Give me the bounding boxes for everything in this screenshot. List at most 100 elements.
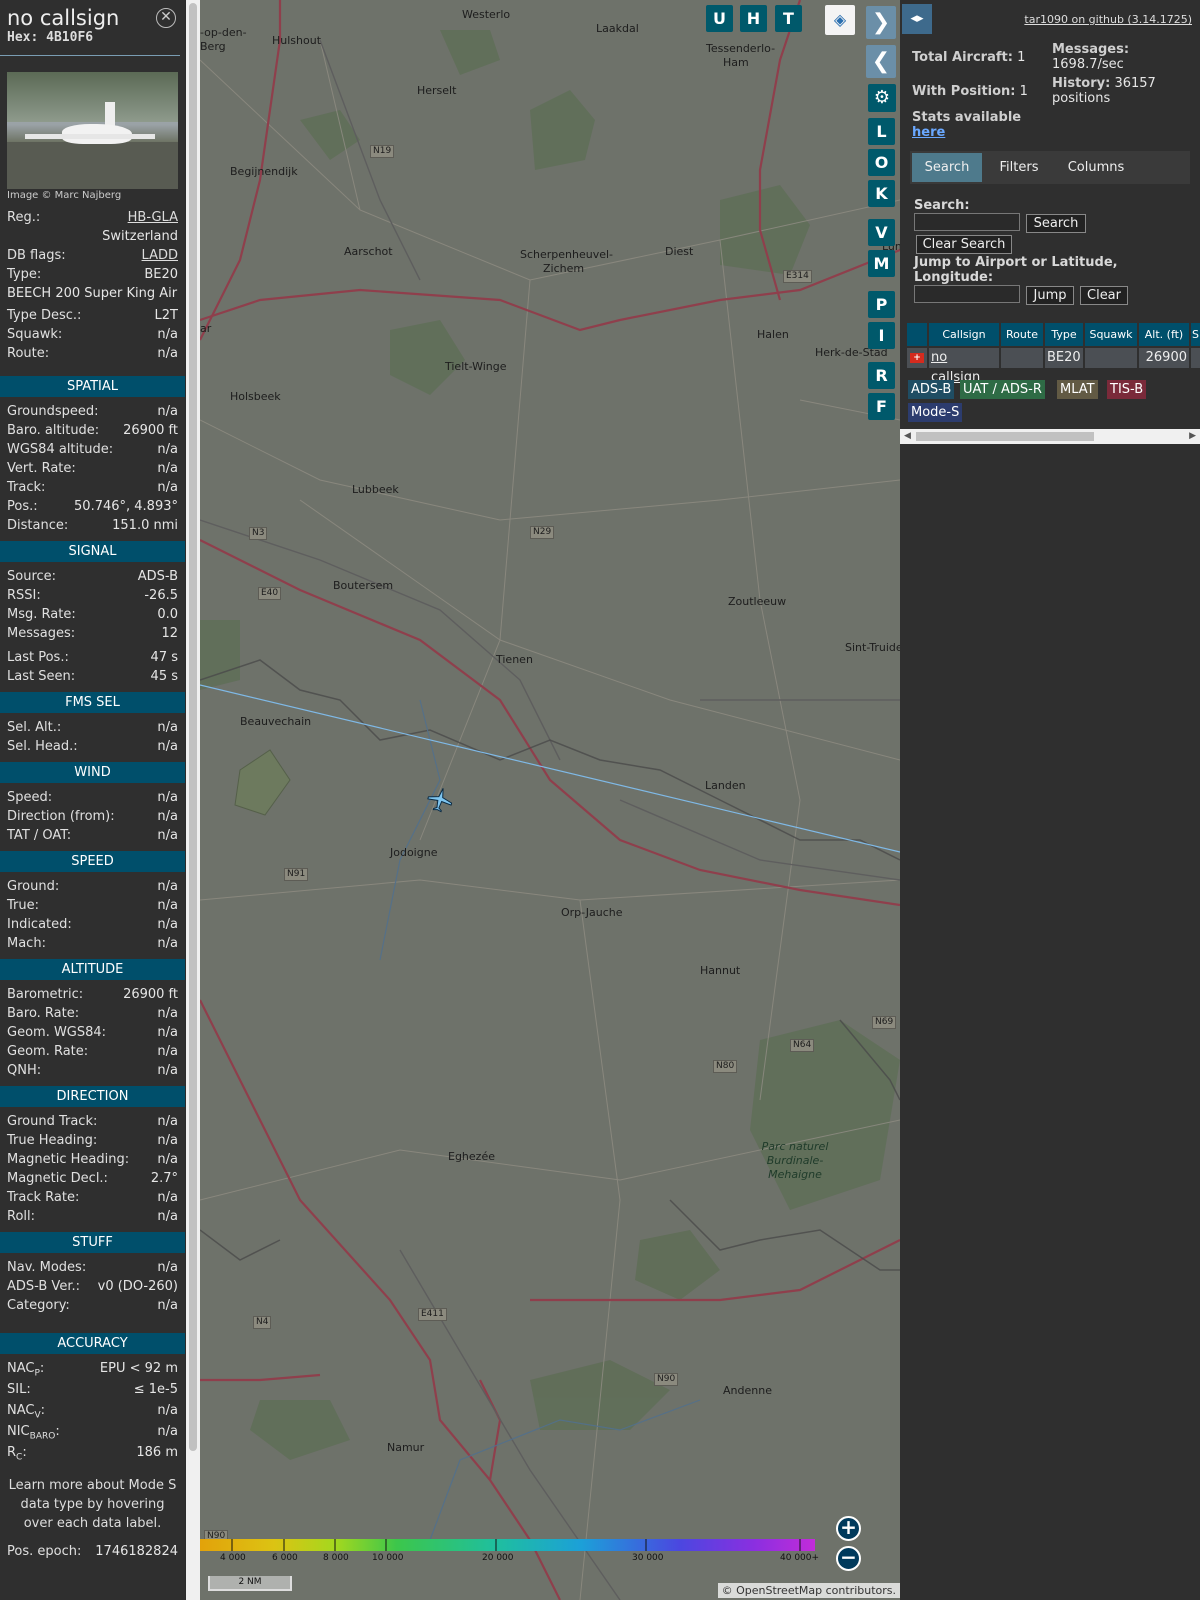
jump-button[interactable]: Jump [1026, 286, 1074, 305]
info-label[interactable]: Magnetic Decl.: [7, 1169, 108, 1188]
map-button-i[interactable]: I [868, 322, 895, 349]
info-label[interactable]: Geom. WGS84: [7, 1023, 106, 1042]
aircraft-photo[interactable] [7, 72, 178, 189]
stats-here-link[interactable]: here [912, 125, 945, 140]
map-button-f[interactable]: F [868, 393, 895, 420]
registration-link[interactable]: HB-GLA [128, 208, 178, 227]
info-label[interactable]: Pos.: [7, 497, 38, 516]
info-label[interactable]: Indicated: [7, 915, 72, 934]
info-label[interactable]: Geom. Rate: [7, 1042, 88, 1061]
info-label[interactable]: Track: [7, 478, 45, 497]
scroll-left-icon[interactable]: ◀ [904, 431, 911, 441]
info-label[interactable]: RC: [7, 1443, 27, 1468]
github-link[interactable]: tar1090 on github (3.14.1725) [1024, 13, 1192, 26]
info-label[interactable]: Roll: [7, 1207, 35, 1226]
info-label[interactable]: Ground Track: [7, 1112, 97, 1131]
map-button-p[interactable]: P [868, 291, 895, 318]
info-row-typedesc: Type Desc.: L2T [0, 306, 185, 325]
map-button-t[interactable]: T [775, 5, 802, 32]
info-row-spatial: Vert. Rate: n/a [0, 459, 185, 478]
info-label[interactable]: Barometric: [7, 985, 83, 1004]
badge-uat[interactable]: UAT / ADS-R [960, 380, 1045, 399]
map-button-v[interactable]: V [868, 219, 895, 246]
sidebar-scroll-thumb[interactable] [189, 3, 197, 1451]
park-label: Parc naturel Burdinale- Mehaigne [760, 1140, 830, 1182]
info-label[interactable]: TAT / OAT: [7, 826, 71, 845]
info-label[interactable]: Mach: [7, 934, 46, 953]
label-pos-epoch[interactable]: Pos. epoch: [7, 1542, 81, 1561]
info-label[interactable]: Ground: [7, 877, 59, 896]
info-label[interactable]: SIL: [7, 1380, 31, 1399]
info-label[interactable]: ADS-B Ver.: [7, 1277, 80, 1296]
badge-modes[interactable]: Mode-S [908, 403, 963, 422]
map-button-k[interactable]: K [868, 180, 895, 207]
col-header-callsign[interactable]: Callsign [929, 323, 999, 346]
toggle-sidebar-icon[interactable]: ◂▸ [902, 4, 932, 34]
sidebar-scrollbar[interactable] [186, 0, 200, 1600]
legend-label-30000: 30 000 [632, 1553, 664, 1563]
badge-mlat[interactable]: MLAT [1057, 380, 1098, 399]
info-label[interactable]: Groundspeed: [7, 402, 98, 421]
info-label[interactable]: Last Seen: [7, 667, 75, 686]
col-header-flag[interactable] [907, 323, 927, 346]
info-label[interactable]: Baro. Rate: [7, 1004, 79, 1023]
tab-filters[interactable]: Filters [984, 153, 1054, 182]
col-header-s[interactable]: S [1191, 323, 1200, 346]
map-button-h[interactable]: H [740, 5, 767, 32]
layers-icon[interactable]: ◈ [825, 5, 855, 35]
badge-adsb[interactable]: ADS-B [908, 380, 955, 399]
table-horizontal-scrollbar[interactable]: ◀ ▶ [900, 429, 1200, 444]
zoom-in-button[interactable]: + [836, 1516, 861, 1541]
map-button-r[interactable]: R [868, 362, 895, 389]
info-label[interactable]: WGS84 altitude: [7, 440, 113, 459]
col-header-alt[interactable]: Alt. (ft) [1139, 323, 1189, 346]
badge-tisb[interactable]: TIS-B [1107, 380, 1147, 399]
clear-button[interactable]: Clear [1080, 286, 1128, 305]
info-label[interactable]: Vert. Rate: [7, 459, 76, 478]
map-button-o[interactable]: O [868, 149, 895, 176]
col-header-type[interactable]: Type [1045, 323, 1083, 346]
tab-search[interactable]: Search [912, 153, 982, 182]
info-label[interactable]: True Heading: [7, 1131, 97, 1150]
zoom-out-button[interactable]: − [836, 1546, 861, 1571]
with-position-label: With Position: [912, 84, 1016, 99]
place-label: Tienen [496, 653, 533, 666]
tab-columns[interactable]: Columns [1056, 153, 1136, 182]
info-label[interactable]: Msg. Rate: [7, 605, 76, 624]
map-button-m[interactable]: M [868, 250, 895, 277]
map-view[interactable]: Westerlo Laakdal -op-den- Berg Hulshout Tesse… [200, 0, 900, 1600]
search-button[interactable]: Search [1026, 214, 1086, 233]
info-label[interactable]: Speed: [7, 788, 52, 807]
info-label[interactable]: QNH: [7, 1061, 41, 1080]
map-attribution[interactable]: © OpenStreetMap contributors. [717, 1583, 900, 1598]
close-icon[interactable]: ✕ [156, 8, 176, 28]
scroll-right-icon[interactable]: ▶ [1189, 431, 1196, 441]
settings-gear-icon[interactable]: ⚙ [868, 84, 896, 112]
info-label[interactable]: Direction (from): [7, 807, 115, 826]
col-header-route[interactable]: Route [1001, 323, 1043, 346]
info-label[interactable]: Track Rate: [7, 1188, 79, 1207]
dbflags-link[interactable]: LADD [142, 246, 178, 265]
info-label[interactable]: Last Pos.: [7, 648, 69, 667]
info-label[interactable]: Messages: [7, 624, 75, 643]
jump-input[interactable] [914, 285, 1020, 303]
info-label[interactable]: Baro. altitude: [7, 421, 99, 440]
section-header-signal: SIGNAL [0, 541, 185, 562]
map-button-l[interactable]: L [868, 118, 895, 145]
clear-search-button[interactable]: Clear Search [916, 235, 1012, 254]
info-label[interactable]: Category: [7, 1296, 70, 1315]
info-label[interactable]: Sel. Alt.: [7, 718, 61, 737]
info-label[interactable]: RSSI: [7, 586, 41, 605]
expand-right-icon[interactable]: ❯ [866, 6, 896, 39]
table-scroll-thumb[interactable] [916, 432, 1094, 441]
info-label[interactable]: Sel. Head.: [7, 737, 78, 756]
info-label[interactable]: True: [7, 896, 39, 915]
info-label[interactable]: Nav. Modes: [7, 1258, 86, 1277]
map-button-u[interactable]: U [706, 5, 733, 32]
info-label[interactable]: Distance: [7, 516, 68, 535]
info-label[interactable]: Source: [7, 567, 56, 586]
info-label[interactable]: Magnetic Heading: [7, 1150, 129, 1169]
col-header-squawk[interactable]: Squawk [1085, 323, 1137, 346]
search-input[interactable] [914, 213, 1020, 231]
collapse-left-icon[interactable]: ❮ [866, 45, 896, 78]
